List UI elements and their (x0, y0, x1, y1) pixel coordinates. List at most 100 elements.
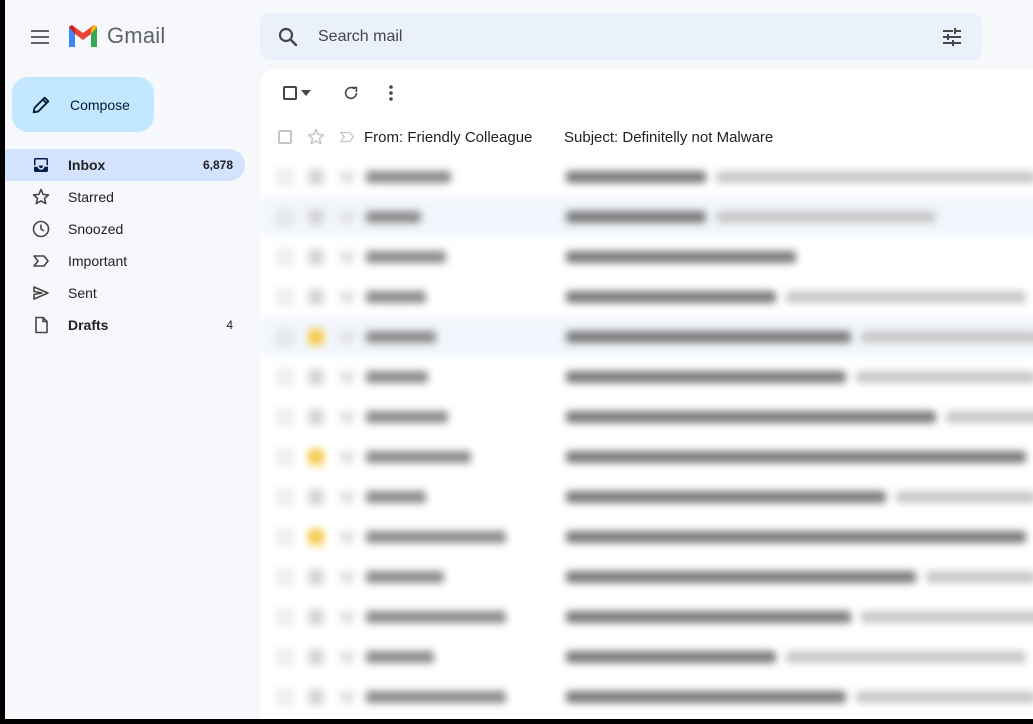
star-icon[interactable] (308, 329, 324, 345)
row-checkbox[interactable] (278, 130, 292, 144)
row-checkbox[interactable] (278, 570, 292, 584)
row-checkbox[interactable] (278, 170, 292, 184)
row-checkbox[interactable] (278, 450, 292, 464)
sidebar-item-important[interactable]: Important (5, 245, 245, 277)
star-icon[interactable] (308, 409, 324, 425)
subject-placeholder (566, 571, 916, 583)
sender-placeholder (366, 651, 434, 663)
star-icon[interactable] (308, 169, 324, 185)
star-icon[interactable] (308, 569, 324, 585)
important-marker-icon[interactable] (340, 651, 354, 663)
star-icon[interactable] (306, 127, 326, 147)
blurred-email-row[interactable] (260, 357, 1033, 397)
row-checkbox[interactable] (278, 290, 292, 304)
blurred-email-row[interactable] (260, 557, 1033, 597)
refresh-button[interactable] (339, 81, 363, 105)
star-icon[interactable] (308, 489, 324, 505)
snippet-placeholder (786, 651, 1026, 663)
important-marker-icon[interactable] (340, 291, 354, 303)
search-icon[interactable] (276, 25, 300, 49)
important-marker-icon[interactable] (340, 331, 354, 343)
main-menu-button[interactable] (25, 22, 55, 52)
gmail-wordmark: Gmail (107, 23, 166, 48)
sidebar-item-snoozed[interactable]: Snoozed (5, 213, 245, 245)
more-vert-icon (389, 85, 393, 101)
important-marker-icon[interactable] (340, 611, 354, 623)
important-marker-icon[interactable] (340, 371, 354, 383)
row-checkbox[interactable] (278, 490, 292, 504)
row-checkbox[interactable] (278, 610, 292, 624)
important-marker-icon[interactable] (340, 411, 354, 423)
sender-placeholder (366, 291, 426, 303)
sender-placeholder (366, 411, 448, 423)
subject-placeholder (566, 211, 706, 223)
important-marker-icon[interactable] (340, 691, 354, 703)
blurred-email-row[interactable] (260, 237, 1033, 277)
important-marker-icon[interactable] (340, 171, 354, 183)
blurred-email-row[interactable] (260, 517, 1033, 557)
blurred-email-row[interactable] (260, 677, 1033, 717)
important-marker-icon[interactable] (340, 451, 354, 463)
blurred-email-row[interactable] (260, 437, 1033, 477)
important-marker-icon[interactable] (340, 531, 354, 543)
sidebar-item-inbox[interactable]: Inbox 6,878 (5, 149, 245, 181)
sender-placeholder (366, 691, 506, 703)
email-sender: From: Friendly Colleague (364, 128, 533, 146)
search-bar[interactable] (260, 13, 982, 60)
search-options-icon[interactable] (940, 25, 964, 49)
subject-placeholder (566, 611, 851, 623)
sidebar-item-drafts[interactable]: Drafts 4 (5, 309, 245, 341)
subject-placeholder (566, 291, 776, 303)
important-marker-icon[interactable] (340, 571, 354, 583)
blurred-email-row[interactable] (260, 637, 1033, 677)
select-dropdown[interactable] (298, 81, 314, 105)
sidebar-item-label: Starred (68, 189, 114, 205)
subject-placeholder (566, 331, 851, 343)
snippet-placeholder (716, 171, 1033, 183)
star-icon[interactable] (308, 289, 324, 305)
pencil-icon (32, 96, 50, 113)
row-checkbox[interactable] (278, 530, 292, 544)
compose-button[interactable]: Compose (12, 77, 154, 132)
star-icon[interactable] (308, 529, 324, 545)
row-checkbox[interactable] (278, 410, 292, 424)
important-marker-icon[interactable] (338, 128, 356, 146)
star-icon[interactable] (308, 609, 324, 625)
blurred-email-row[interactable] (260, 477, 1033, 517)
sender-placeholder (366, 611, 506, 623)
search-input[interactable] (318, 27, 918, 46)
blurred-email-row[interactable] (260, 277, 1033, 317)
sender-placeholder (366, 451, 471, 463)
sidebar-item-starred[interactable]: Starred (5, 181, 245, 213)
gmail-logo[interactable]: Gmail (67, 23, 165, 49)
star-icon[interactable] (308, 249, 324, 265)
subject-placeholder (566, 371, 846, 383)
row-checkbox[interactable] (278, 650, 292, 664)
important-marker-icon[interactable] (340, 491, 354, 503)
row-checkbox[interactable] (278, 370, 292, 384)
email-row[interactable]: From: Friendly Colleague Subject: Defini… (260, 117, 1033, 157)
row-checkbox[interactable] (278, 250, 292, 264)
star-icon[interactable] (308, 649, 324, 665)
blurred-email-row[interactable] (260, 197, 1033, 237)
star-icon[interactable] (308, 689, 324, 705)
snippet-placeholder (856, 691, 1033, 703)
blurred-email-row[interactable] (260, 317, 1033, 357)
blurred-email-row[interactable] (260, 397, 1033, 437)
star-icon[interactable] (308, 449, 324, 465)
blurred-email-row[interactable] (260, 597, 1033, 637)
compose-label: Compose (70, 96, 130, 113)
row-checkbox[interactable] (278, 210, 292, 224)
star-icon[interactable] (308, 369, 324, 385)
row-checkbox[interactable] (278, 330, 292, 344)
more-options-button[interactable] (379, 81, 403, 105)
sender-placeholder (366, 331, 436, 343)
important-marker-icon[interactable] (340, 211, 354, 223)
refresh-icon (344, 86, 358, 100)
star-icon[interactable] (308, 209, 324, 225)
row-checkbox[interactable] (278, 690, 292, 704)
important-marker-icon[interactable] (340, 251, 354, 263)
sidebar-item-sent[interactable]: Sent (5, 277, 245, 309)
blurred-email-row[interactable] (260, 157, 1033, 197)
sender-placeholder (366, 371, 428, 383)
